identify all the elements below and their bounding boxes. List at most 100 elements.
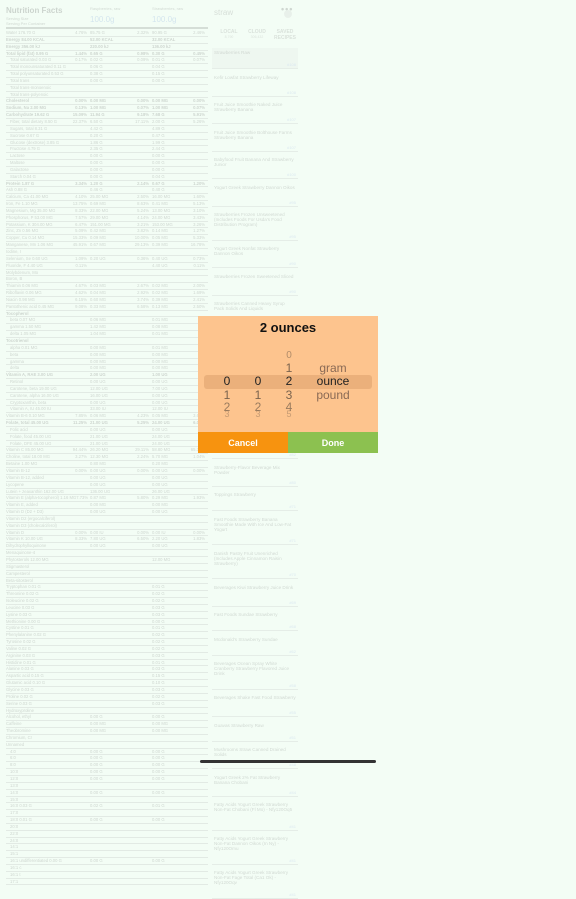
nutrient-row: Total saturated 0.03 G 0.17% 0.02 G 0.09% 0.…	[6, 57, 208, 65]
nutrient-row: Carotene, beta 19.00 UG 12.00 UG 7.00 UG	[6, 386, 208, 393]
nutrient-row: Vitamin E (alpha-tocopherol) 1.16 MG 7.73…	[6, 495, 208, 503]
column-amount-raspberries: 100.0g	[90, 15, 115, 24]
nutrient-row: Threonine 0.02 G 0.02 G	[6, 591, 208, 599]
nutrient-row: Vitamin C 85.00 MG 94.44% 26.20 MG 29.11% 58…	[6, 447, 208, 455]
search-result-item[interactable]: Danish Pastry Fruit Unenriched (Includes…	[212, 549, 298, 579]
nutrient-row: Alcohol, ethyl 0.00 G 0.00 G	[6, 714, 208, 722]
search-result-item[interactable]: Beverages Shake Fast Food Strawberry #55	[212, 693, 298, 717]
search-result-item[interactable]: Mcdonald's Strawberry Sundae #62	[212, 635, 298, 656]
search-result-item[interactable]: Strawberries Raw #108	[212, 48, 298, 69]
search-result-item[interactable]: Beverages Ocean Spray White Cranberry St…	[212, 659, 298, 690]
unit-option[interactable]: pound	[298, 388, 368, 402]
search-input[interactable]: straw	[214, 8, 296, 22]
nutrient-row: delta 1.05 MG 1.04 MG 0.01 MG	[6, 331, 208, 338]
unit-option[interactable]: gram	[298, 361, 368, 375]
nutrient-row: 14:0 0.00 G 0.00 G	[6, 790, 208, 797]
search-result-item[interactable]: Kefir Lowfat Strawberry Lifeway #108	[212, 73, 298, 97]
search-result-item[interactable]: Fast Foods Strawberry Banana Smoothie Ma…	[212, 515, 298, 545]
nutrient-row: Chromium, Cr	[6, 735, 208, 742]
nutrient-row: Cystine 0.01 G 0.01 G	[6, 625, 208, 633]
tab-local[interactable]: LOCAL 8,790	[214, 29, 244, 39]
nutrient-row: Arginine 0.03 G 0.03 G	[6, 653, 208, 660]
nutrient-row: beta 0.07 MG 0.06 MG 0.01 MG	[6, 317, 208, 325]
nutrient-row: Vitamin B-12, added 0.00 UG 0.00 UG	[6, 475, 208, 482]
nutrient-row: 16:1 c	[6, 865, 208, 872]
clear-search-icon[interactable]	[284, 10, 292, 18]
nutrient-row: Pantothenic acid 0.45 MG 9.08% 0.33 MG 6.58…	[6, 304, 208, 311]
search-result-item[interactable]: Yogurt Greek 2% Fat Strawberry Banana Ch…	[212, 773, 298, 797]
nutrient-row: beta 0.00 MG 0.00 MG	[6, 352, 208, 359]
search-result-item[interactable]: Fast Foods Sundae Strawberry #68	[212, 610, 298, 631]
search-result-item[interactable]: Fatty Acids Yogurt Greek Strawberry Non-…	[212, 800, 298, 831]
search-value: straw	[214, 8, 234, 17]
search-result-item[interactable]: Fruit Juice Smoothie Bolthouse Farms Str…	[212, 128, 298, 152]
nutrient-row: Protein 1.87 G 3.34% 1.20 G 2.14% 0.67 G 1.20…	[6, 181, 208, 188]
nutrient-row: Stigmasterol	[6, 564, 208, 571]
nutrient-row: Vitamin K 10.00 UG 8.33% 7.80 UG 6.50% 2.20 …	[6, 536, 208, 544]
nutrient-row: Boron, B	[6, 276, 208, 284]
nutrient-row: Ash 0.88 G 0.46 G 0.40 G	[6, 187, 208, 195]
nutrient-row: Caffeine 0.00 MG 0.00 MG	[6, 721, 208, 729]
nutrient-row: 17:0	[6, 810, 208, 818]
nutrient-row: Methionine 0.00 G 0.00 G	[6, 619, 208, 626]
done-button[interactable]: Done	[288, 432, 378, 453]
search-result-item[interactable]: Fatty Acids Yogurt Greek Strawberry Non-…	[212, 834, 298, 865]
search-result-item[interactable]: Yogurt Greek Nonfat Strawberry Dannon Oi…	[212, 244, 298, 268]
nutrient-row: Serine 0.03 G 0.03 G	[6, 701, 208, 708]
nutrient-row: Total trans 0.00 G 0.00 G	[6, 78, 208, 85]
nutrient-row: Molybdenum, Mo	[6, 270, 208, 277]
nutrient-row: Proline 0.02 G 0.02 G	[6, 694, 208, 701]
nutrient-row: Vitamin D2 (ergocalciferol)	[6, 516, 208, 523]
column-amount-strawberries: 100.0g	[152, 15, 177, 24]
nutrient-row: Sugars, total 8.31 G 4.42 G 4.89 G	[6, 126, 208, 133]
search-result-item[interactable]: Toppings Strawberry #71	[212, 490, 298, 511]
nutrient-row: 22:0	[6, 831, 208, 838]
search-result-item[interactable]: Mushrooms Straw Canned Drained Solids #48	[212, 745, 298, 769]
nutrient-row: Folate, food 45.00 UG 21.00 UG 24.00 UG	[6, 434, 208, 441]
unit-option-selected[interactable]: ounce	[298, 374, 368, 388]
nutrient-row: Potassium, K 304.00 MG 6.47% 151.00 MG 3.21…	[6, 222, 208, 229]
nutrient-row: Niacin 0.98 MG 6.15% 0.60 MG 3.74% 0.39 MG 2.…	[6, 297, 208, 304]
nutrient-row: Vitamin D3 (cholecalciferol)	[6, 523, 208, 530]
nutrient-row: Folate, total 45.00 UG 11.25% 21.00 UG 5.25…	[6, 420, 208, 427]
nutrient-row: 16:1 undifferentiated 0.00 G 0.00 G 0.00 G	[6, 858, 208, 865]
nutrient-row: Lycopene 0.00 UG 0.00 UG	[6, 482, 208, 489]
search-result-item[interactable]: Guavas Strawberry Raw #51	[212, 721, 298, 742]
nutrient-row: Starch 0.04 G 0.00 G 0.04 G	[6, 174, 208, 181]
search-result-item[interactable]: Strawberries Frozen Unsweetened (Include…	[212, 210, 298, 241]
search-result-item[interactable]: Beverages Kiwi Strawberry Juice Drink #69	[212, 583, 298, 607]
nutrient-row: Sucrose 0.67 G 0.20 G 0.47 G	[6, 133, 208, 140]
nutrient-row: 16:1 t	[6, 872, 208, 879]
home-indicator[interactable]	[200, 760, 376, 763]
nutrient-row: Iron, Fe 1.10 MG 13.75% 0.69 MG 8.63% 0.41 M…	[6, 201, 208, 208]
nutrient-row: Manganese, Mn 1.06 MG 45.91% 0.67 MG 29.13%…	[6, 242, 208, 249]
nutrient-row: alpha 0.01 MG 0.00 MG 0.01 MG	[6, 345, 208, 352]
search-result-item[interactable]: Strawberries Frozen Sweetened Sliced #90	[212, 272, 298, 296]
nutrient-row: 10:0 0.00 G 0.00 G	[6, 769, 208, 776]
nutrient-row: Lactose 0.00 G 0.00 G	[6, 153, 208, 161]
search-result-item[interactable]: Fruit Juice Smoothie Naked Juice Strawbe…	[212, 100, 298, 124]
column-header-raspberries: Raspberries, raw	[90, 6, 121, 11]
nutrient-row: Total trans-monoenoic	[6, 85, 208, 92]
nutrient-row: Theobromine 0.00 MG 0.00 MG	[6, 728, 208, 735]
search-result-item[interactable]: Fatty Acids Yogurt Greek Strawberry Non-…	[212, 868, 298, 899]
search-result-item[interactable]: Yogurt Greek Strawberry Dannon Oikos #95	[212, 183, 298, 207]
nutrient-row: Selenium, Se 0.60 UG 1.09% 0.20 UG 0.36% 0.4…	[6, 256, 208, 263]
nutrient-row: 12:0 0.00 G 0.00 G	[6, 776, 208, 783]
nutrient-row: Valine 0.02 G 0.02 G	[6, 646, 208, 653]
nutrient-row: 16:0 0.03 G 0.02 G 0.01 G	[6, 803, 208, 811]
search-result-item[interactable]: Babyfood Fruit Banana And Strawberry Jun…	[212, 155, 298, 179]
nutrient-row: gamma 1.50 MG 1.42 MG 0.08 MG	[6, 324, 208, 332]
tab-cloud[interactable]: CLOUD 306,432	[242, 29, 272, 39]
cancel-button[interactable]: Cancel	[198, 432, 288, 453]
nutrient-row: 6:0 0.00 G 0.00 G	[6, 755, 208, 763]
nutrient-row: Zinc, Zn 0.56 MG 5.09% 0.42 MG 3.82% 0.14 MG…	[6, 228, 208, 236]
tab-saved-recipes[interactable]: SAVED RECIPES	[270, 29, 300, 41]
nutrient-row: 4:0 0.00 G 0.00 G	[6, 749, 208, 756]
divider	[6, 27, 208, 29]
nutrient-row: 17:1	[6, 879, 208, 886]
search-result-item[interactable]: Strawberry-Flavor Beverage Mix Powder #80	[212, 463, 298, 487]
nutrient-row: Copper, Cu 0.14 MG 15.33% 0.09 MG 10.00% 0.0…	[6, 235, 208, 243]
nutrient-row: 24:0	[6, 838, 208, 845]
nutrient-row: 20:0	[6, 824, 208, 831]
